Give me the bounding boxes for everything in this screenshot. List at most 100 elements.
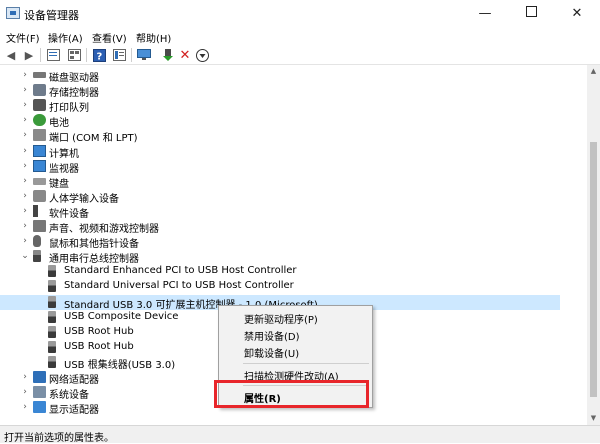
usb-controller-icon	[33, 250, 41, 263]
toolbar-separator	[86, 48, 87, 62]
download-icon[interactable]	[194, 47, 210, 63]
expand-chevron-icon[interactable]: ›	[20, 130, 30, 140]
expand-chevron-icon[interactable]: ›	[20, 236, 30, 246]
expand-chevron-icon[interactable]: ›	[20, 70, 30, 80]
usb-device-icon	[48, 310, 56, 323]
hid-icon	[33, 189, 46, 202]
expand-chevron-icon[interactable]: ›	[20, 85, 30, 95]
menu-help[interactable]: 帮助(H)	[136, 30, 171, 45]
device-category-row[interactable]: › 磁盘驱动器	[0, 68, 560, 84]
back-icon[interactable]: ◀	[3, 47, 19, 63]
expand-chevron-icon[interactable]: ›	[20, 100, 30, 110]
software-device-icon	[33, 204, 38, 217]
system-device-icon	[33, 386, 46, 399]
disk-drive-icon	[33, 72, 46, 78]
tree-view-icon[interactable]	[45, 47, 61, 63]
expand-chevron-icon[interactable]: ›	[20, 206, 30, 216]
storage-controller-icon	[33, 84, 46, 97]
expand-chevron-icon[interactable]: ›	[20, 221, 30, 231]
minimize-button[interactable]: —	[462, 0, 508, 28]
battery-icon	[33, 114, 46, 127]
device-category-row[interactable]: › 打印队列	[0, 98, 560, 114]
device-category-row[interactable]: › 存储控制器	[0, 83, 560, 100]
help-icon[interactable]: ?	[91, 47, 107, 63]
tree-item-label: USB Root Hub	[64, 340, 134, 352]
menu-action[interactable]: 操作(A)	[48, 30, 83, 45]
scroll-thumb[interactable]	[590, 142, 597, 397]
tree-item-label: 计算机	[49, 148, 79, 160]
menu-item-label: 更新驱动程序(P)	[244, 315, 318, 326]
device-category-row[interactable]: › 计算机	[0, 144, 560, 160]
device-category-row[interactable]: › 电池	[0, 113, 560, 129]
expand-chevron-icon[interactable]: ›	[20, 372, 30, 382]
title-bar[interactable]: 设备管理器 — ✕	[0, 0, 600, 28]
usb-device-icon	[48, 325, 56, 338]
close-button[interactable]: ✕	[554, 0, 600, 28]
tree-item-label: 网络适配器	[49, 375, 99, 386]
device-manager-window: 设备管理器 — ✕ 文件(F) 操作(A) 查看(V) 帮助(H) ◀ ▶ ? …	[0, 0, 600, 444]
tree-item-label: 系统设备	[49, 390, 89, 402]
computer-icon	[33, 144, 46, 157]
display-adapter-icon	[33, 401, 46, 414]
tree-item-label: Standard Enhanced PCI to USB Host Contro…	[64, 265, 297, 277]
sound-icon	[33, 220, 46, 232]
menu-uninstall-device[interactable]: 卸载设备(U)	[219, 343, 372, 360]
monitor-icon	[33, 159, 46, 172]
device-category-row[interactable]: › 监视器	[0, 159, 560, 175]
menu-bar: 文件(F) 操作(A) 查看(V) 帮助(H)	[0, 28, 600, 46]
update-driver-icon[interactable]	[160, 47, 176, 63]
window-title: 设备管理器	[24, 9, 79, 22]
port-icon	[33, 129, 46, 142]
tree-item-label: 显示适配器	[49, 405, 99, 417]
menu-item-label: 卸载设备(U)	[244, 349, 300, 360]
device-category-row[interactable]: › 软件设备	[0, 204, 560, 220]
menu-disable-device[interactable]: 禁用设备(D)	[219, 326, 372, 343]
properties-highlight-box	[214, 380, 369, 408]
expand-chevron-icon[interactable]: ›	[20, 387, 30, 397]
usb-device-icon	[48, 340, 56, 353]
keyboard-icon	[33, 177, 46, 185]
vertical-scrollbar[interactable]: ▲ ▼	[587, 65, 600, 425]
expand-chevron-icon[interactable]: ›	[20, 146, 30, 156]
usb-device-icon	[48, 355, 56, 368]
expand-chevron-icon[interactable]: ›	[20, 115, 30, 125]
forward-icon[interactable]: ▶	[21, 47, 37, 63]
scroll-up-icon[interactable]: ▲	[587, 65, 600, 78]
device-category-row[interactable]: › 键盘	[0, 174, 560, 190]
usb-device-row[interactable]: Standard Universal PCI to USB Host Contr…	[0, 279, 560, 294]
svg-text:?: ?	[96, 51, 102, 62]
expand-chevron-icon[interactable]: ›	[20, 161, 30, 171]
tree-item-label: 人体学输入设备	[49, 193, 119, 205]
expand-chevron-icon[interactable]: ›	[20, 402, 30, 412]
uninstall-icon[interactable]: ✕	[177, 47, 193, 63]
tree-item-label: 键盘	[49, 178, 69, 190]
device-category-row[interactable]: › 端口 (COM 和 LPT)	[0, 128, 560, 145]
expand-chevron-icon[interactable]: ›	[20, 176, 30, 186]
toolbar: ◀ ▶ ? ✕	[0, 46, 600, 65]
menu-view[interactable]: 查看(V)	[92, 30, 127, 45]
usb-device-icon	[48, 295, 56, 308]
tree-item-label: 监视器	[49, 163, 79, 175]
usb-device-row[interactable]: Standard Enhanced PCI to USB Host Contro…	[0, 264, 560, 279]
list-view-icon[interactable]	[66, 47, 82, 63]
tree-item-label: 端口 (COM 和 LPT)	[49, 133, 138, 145]
scroll-down-icon[interactable]: ▼	[587, 412, 600, 425]
device-category-row[interactable]: ⌄ 通用串行总线控制器	[0, 249, 560, 265]
menu-file[interactable]: 文件(F)	[6, 30, 40, 45]
scan-hardware-icon[interactable]	[136, 47, 152, 63]
expand-chevron-icon[interactable]: ›	[20, 191, 30, 201]
tree-item-label: Standard Universal PCI to USB Host Contr…	[64, 280, 294, 292]
device-category-row[interactable]: › 鼠标和其他指针设备	[0, 234, 560, 251]
menu-update-driver[interactable]: 更新驱动程序(P)	[219, 309, 372, 326]
tree-item-label: 鼠标和其他指针设备	[49, 239, 139, 251]
properties-icon[interactable]	[111, 47, 127, 63]
collapse-chevron-icon[interactable]: ⌄	[20, 251, 30, 261]
tree-item-label: 存储控制器	[49, 88, 99, 100]
maximize-button[interactable]	[508, 0, 554, 28]
device-category-row[interactable]: › 声音、视频和游戏控制器	[0, 219, 560, 235]
network-adapter-icon	[33, 371, 46, 383]
mouse-icon	[33, 235, 41, 248]
device-category-row[interactable]: › 人体学输入设备	[0, 189, 560, 205]
printer-icon	[33, 99, 46, 112]
usb-device-icon	[48, 265, 56, 278]
